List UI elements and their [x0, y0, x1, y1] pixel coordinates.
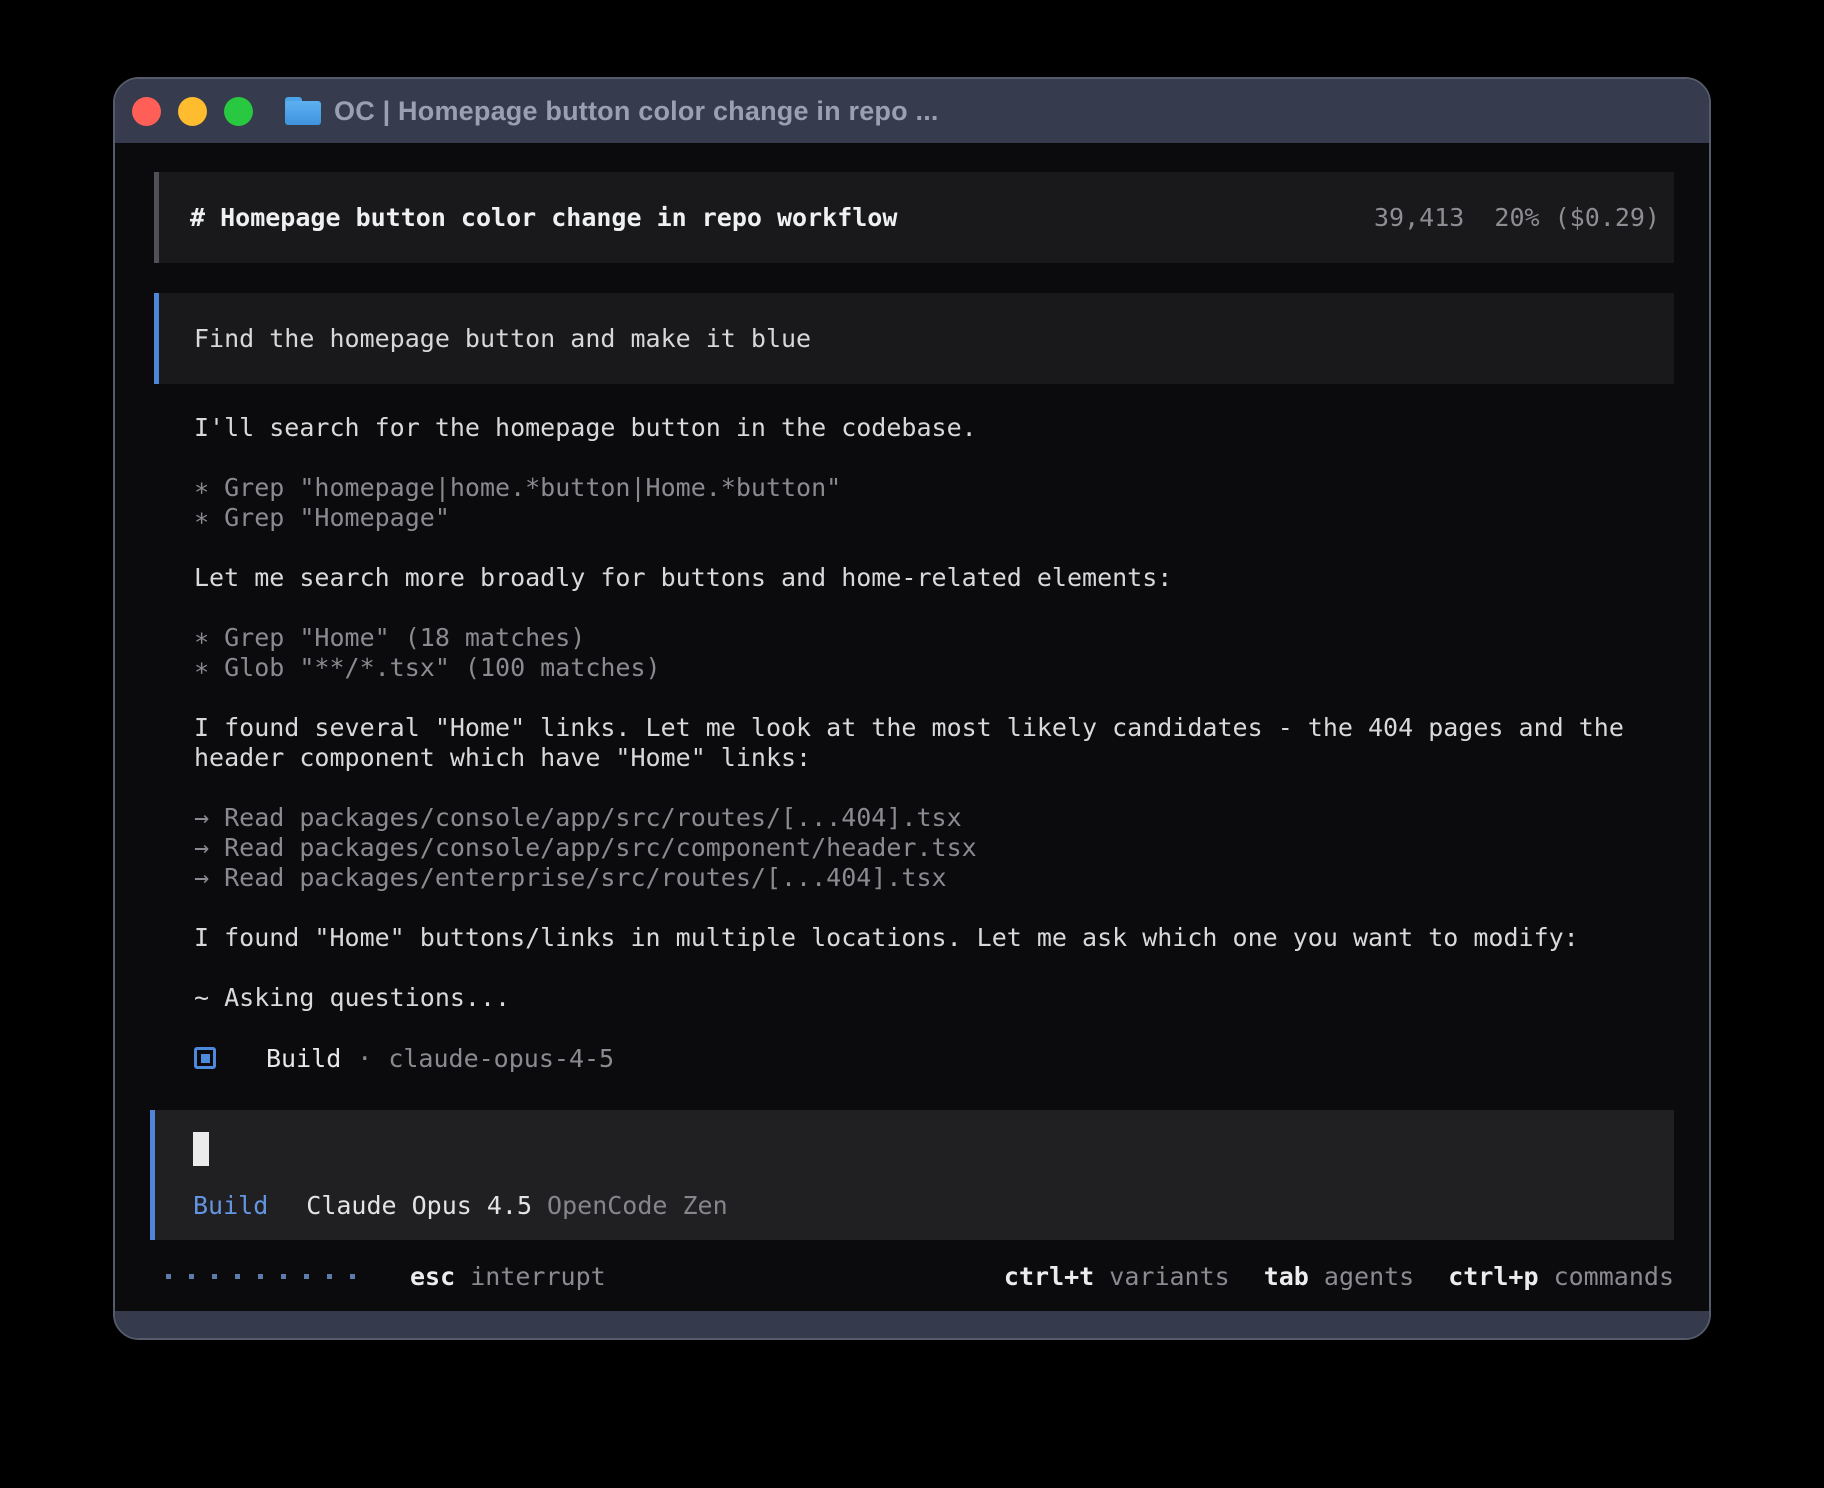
hint-variants: ctrl+t variants [1004, 1262, 1230, 1291]
message-block: ∗ Grep "homepage|home.*button|Home.*butt… [194, 473, 1674, 533]
tool-call-line: ∗ Glob "**/*.tsx" (100 matches) [194, 653, 1674, 683]
build-agent-icon [194, 1047, 216, 1069]
prompt-input[interactable]: Build Claude Opus 4.5 OpenCode Zen [150, 1110, 1674, 1240]
tool-call-line: ∗ Grep "homepage|home.*button|Home.*butt… [194, 473, 1674, 503]
message-block: I found "Home" buttons/links in multiple… [194, 923, 1674, 953]
titlebar[interactable]: OC | Homepage button color change in rep… [115, 79, 1709, 143]
user-message: Find the homepage button and make it blu… [154, 293, 1674, 384]
session-header: # Homepage button color change in repo w… [154, 172, 1674, 263]
spinner-dot [258, 1274, 263, 1279]
spinner-dot [166, 1274, 171, 1279]
editor-provider: OpenCode Zen [547, 1191, 728, 1220]
esc-key: esc [410, 1262, 455, 1291]
message-block: I found several "Home" links. Let me loo… [194, 713, 1674, 773]
agent-model-id: claude-opus-4-5 [388, 1044, 614, 1073]
assistant-text-line: I'll search for the homepage button in t… [194, 413, 1674, 443]
message-block: → Read packages/console/app/src/routes/[… [194, 803, 1674, 893]
editor-meta: Build Claude Opus 4.5 OpenCode Zen [193, 1190, 1654, 1220]
terminal-window: OC | Homepage button color change in rep… [113, 77, 1711, 1340]
token-count: 39,413 [1374, 203, 1464, 232]
assistant-text-line: ~ Asking questions... [194, 983, 1674, 1013]
statusbar: esc interrupt ctrl+t variants tab agents… [154, 1261, 1674, 1291]
close-button[interactable] [132, 97, 161, 126]
tool-call-line: → Read packages/enterprise/src/routes/[.… [194, 863, 1674, 893]
editor-model[interactable]: Claude Opus 4.5 [306, 1191, 532, 1220]
window-title: OC | Homepage button color change in rep… [334, 96, 939, 127]
hint-commands: ctrl+p commands [1448, 1262, 1674, 1291]
folder-icon [285, 97, 321, 125]
tool-call-line: → Read packages/console/app/src/routes/[… [194, 803, 1674, 833]
hint-agents: tab agents [1264, 1262, 1415, 1291]
assistant-text-line: I found several "Home" links. Let me loo… [194, 713, 1674, 743]
spinner-dot [281, 1274, 286, 1279]
message-block: I'll search for the homepage button in t… [194, 413, 1674, 443]
spinner-dots [166, 1274, 355, 1279]
hint-interrupt: esc interrupt [410, 1262, 606, 1291]
spinner-dot [304, 1274, 309, 1279]
assistant-text-line: Let me search more broadly for buttons a… [194, 563, 1674, 593]
context-usage: 20% ($0.29) [1494, 203, 1660, 232]
window-bottom-strip [115, 1311, 1709, 1338]
spinner-dot [350, 1274, 355, 1279]
agent-name: Build [266, 1044, 341, 1073]
message-block: Let me search more broadly for buttons a… [194, 563, 1674, 593]
statusbar-shortcuts: ctrl+t variants tab agents ctrl+p comman… [1004, 1262, 1674, 1291]
zoom-button[interactable] [224, 97, 253, 126]
spinner-dot [235, 1274, 240, 1279]
editor-agent[interactable]: Build [193, 1191, 268, 1220]
esc-label: interrupt [455, 1262, 606, 1291]
tool-call-line: ∗ Grep "Homepage" [194, 503, 1674, 533]
agent-separator: · [357, 1044, 372, 1073]
session-title: # Homepage button color change in repo w… [190, 203, 897, 232]
text-cursor [193, 1132, 209, 1166]
spinner-dot [189, 1274, 194, 1279]
spinner-dot [327, 1274, 332, 1279]
agent-status-row: Build · claude-opus-4-5 [154, 1043, 1674, 1073]
minimize-button[interactable] [178, 97, 207, 126]
conversation: I'll search for the homepage button in t… [154, 413, 1674, 1013]
tool-call-line: ∗ Grep "Home" (18 matches) [194, 623, 1674, 653]
assistant-text-line: I found "Home" buttons/links in multiple… [194, 923, 1674, 953]
user-message-text: Find the homepage button and make it blu… [194, 324, 811, 353]
message-block: ~ Asking questions... [194, 983, 1674, 1013]
message-block: ∗ Grep "Home" (18 matches)∗ Glob "**/*.t… [194, 623, 1674, 683]
tool-call-line: → Read packages/console/app/src/componen… [194, 833, 1674, 863]
assistant-text-line: header component which have "Home" links… [194, 743, 1674, 773]
session-stats: 39,413 20% ($0.29) [1374, 203, 1660, 232]
spinner-dot [212, 1274, 217, 1279]
window-controls [132, 97, 253, 126]
